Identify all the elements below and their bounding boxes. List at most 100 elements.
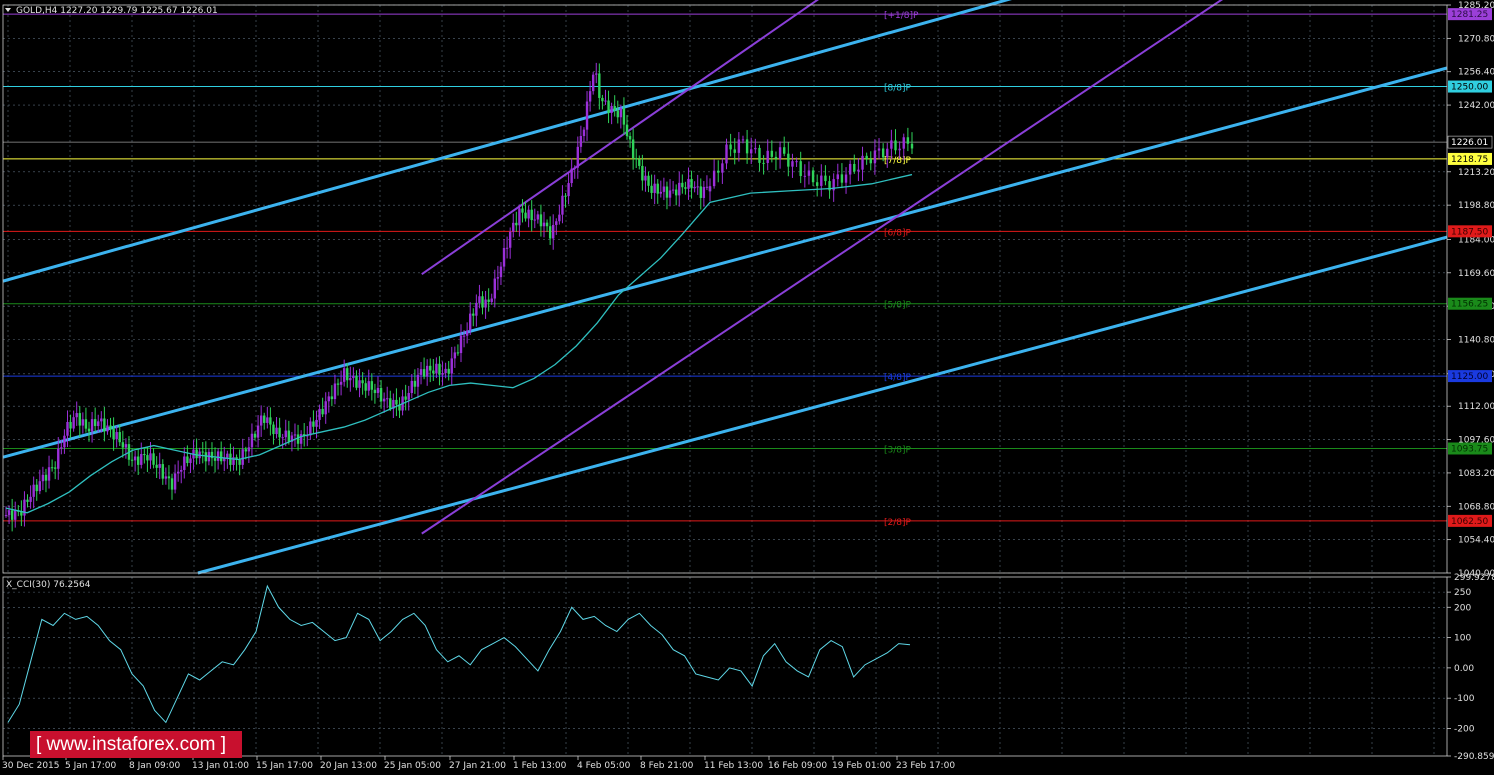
candle-body bbox=[631, 139, 635, 159]
candle-body bbox=[189, 458, 192, 464]
candle-body bbox=[628, 136, 632, 140]
price-tag-text: 1250.00 bbox=[1451, 83, 1488, 93]
candle-body bbox=[133, 456, 137, 461]
candle-body bbox=[791, 161, 794, 167]
candle-body bbox=[616, 110, 619, 118]
candle-body bbox=[705, 186, 709, 188]
candle-body bbox=[873, 150, 877, 164]
candle-body bbox=[502, 248, 506, 267]
candle-body bbox=[10, 510, 14, 520]
candle-body bbox=[518, 208, 521, 226]
candle-body bbox=[63, 435, 66, 448]
candle-body bbox=[318, 408, 321, 420]
candle-body bbox=[7, 510, 11, 516]
candle-body bbox=[355, 375, 358, 388]
candle-body bbox=[890, 140, 893, 149]
murrey-level-label: [8/8]P bbox=[884, 84, 912, 94]
candle-body bbox=[247, 447, 251, 452]
price-tick-label: 1213.20 bbox=[1458, 168, 1494, 178]
candle-body bbox=[807, 170, 811, 176]
time-tick-label: 15 Jan 17:00 bbox=[256, 761, 313, 771]
candle-body bbox=[902, 137, 905, 149]
candle-body bbox=[444, 368, 447, 373]
candle-body bbox=[745, 139, 749, 154]
candle-body bbox=[684, 187, 687, 189]
candle-body bbox=[136, 456, 140, 465]
murrey-level-label: [6/8]P bbox=[884, 228, 912, 238]
candle-body bbox=[687, 178, 690, 189]
candle-body bbox=[696, 186, 699, 188]
cci-tick-label: -200 bbox=[1454, 724, 1475, 734]
candle-body bbox=[109, 425, 112, 429]
current-price-tag-text: 1226.01 bbox=[1451, 138, 1488, 148]
candle-body bbox=[585, 101, 589, 130]
candle-body bbox=[610, 106, 613, 113]
candle-body bbox=[432, 370, 435, 374]
candle-body bbox=[588, 91, 592, 102]
candle-body bbox=[170, 478, 174, 490]
candle-body bbox=[671, 189, 675, 191]
candle-body bbox=[894, 140, 897, 151]
candle-body bbox=[361, 380, 364, 384]
candle-body bbox=[38, 481, 42, 492]
candle-body bbox=[287, 430, 291, 442]
candle-body bbox=[582, 129, 586, 137]
candle-body bbox=[121, 442, 125, 448]
candle-body bbox=[681, 182, 684, 188]
candle-body bbox=[293, 434, 297, 436]
candle-body bbox=[272, 424, 275, 435]
candle-body bbox=[886, 148, 889, 158]
candle-body bbox=[693, 186, 696, 189]
candle-body bbox=[619, 108, 623, 118]
price-tick-label: 1112.00 bbox=[1458, 402, 1494, 412]
candle-body bbox=[561, 195, 564, 215]
candle-body bbox=[364, 383, 367, 391]
price-tag-text: 1062.50 bbox=[1451, 517, 1488, 527]
candle-body bbox=[57, 448, 60, 469]
candle-body bbox=[358, 380, 361, 388]
candle-body bbox=[803, 175, 807, 177]
candle-body bbox=[641, 165, 644, 181]
candle-body bbox=[469, 313, 472, 331]
candle-body bbox=[770, 150, 774, 157]
candle-body bbox=[410, 380, 413, 393]
candle-body bbox=[269, 417, 272, 425]
candle-body bbox=[552, 224, 555, 239]
price-tick-label: 1169.60 bbox=[1458, 269, 1494, 279]
candle-body bbox=[910, 143, 914, 149]
candle-body bbox=[729, 144, 732, 150]
price-tag-text: 1093.75 bbox=[1451, 444, 1488, 454]
price-tick-label: 1242.00 bbox=[1458, 101, 1494, 111]
candle-body bbox=[766, 150, 769, 163]
candle-body bbox=[429, 365, 432, 371]
candle-body bbox=[32, 484, 35, 497]
candle-body bbox=[140, 453, 143, 465]
candle-body bbox=[472, 313, 475, 316]
candle-body bbox=[256, 425, 260, 438]
candle-body bbox=[130, 459, 134, 461]
candle-body bbox=[346, 368, 349, 381]
candle-body bbox=[699, 186, 702, 198]
candle-body bbox=[567, 183, 570, 197]
time-tick-label: 27 Jan 21:00 bbox=[449, 761, 506, 771]
candle-body bbox=[741, 139, 745, 141]
candle-body bbox=[60, 447, 63, 449]
candle-body bbox=[737, 139, 741, 153]
candle-body bbox=[650, 185, 653, 193]
candle-body bbox=[72, 417, 75, 429]
candle-body bbox=[836, 174, 839, 180]
candle-body bbox=[456, 352, 460, 354]
candle-body bbox=[754, 147, 757, 150]
candle-body bbox=[327, 396, 330, 402]
candle-body bbox=[87, 428, 91, 432]
candle-body bbox=[674, 189, 678, 196]
candle-body bbox=[536, 214, 540, 220]
trading-chart[interactable]: [+1/8]P[8/8]P[7/8]P[6/8]P[5/8]P[4/8]P[3/… bbox=[0, 0, 1494, 775]
candle-body bbox=[493, 278, 497, 299]
candle-body bbox=[100, 418, 103, 422]
candle-body bbox=[419, 369, 423, 375]
candle-body bbox=[195, 449, 198, 459]
candle-body bbox=[869, 159, 872, 164]
candle-body bbox=[515, 222, 518, 226]
candle-body bbox=[379, 387, 383, 402]
